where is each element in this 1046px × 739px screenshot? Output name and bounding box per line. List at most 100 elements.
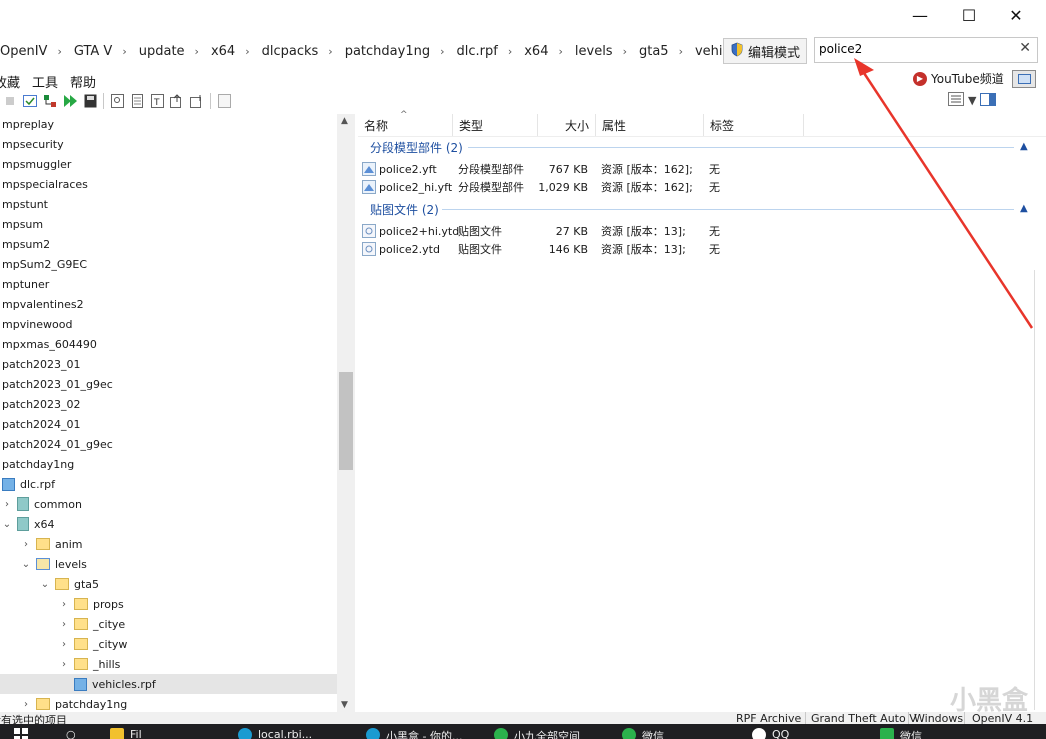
tree-item[interactable]: mpspecialraces bbox=[0, 174, 337, 194]
column-tags[interactable]: 标签 bbox=[704, 114, 804, 136]
taskbar-item[interactable]: local.rbi... bbox=[258, 728, 312, 739]
breadcrumb-chevron-icon[interactable]: › bbox=[241, 45, 253, 58]
column-attributes[interactable]: 属性 bbox=[596, 114, 704, 136]
tree-item[interactable]: patch2024_01 bbox=[0, 414, 337, 434]
favorite-icon[interactable] bbox=[2, 93, 18, 109]
details-view-icon[interactable] bbox=[948, 92, 964, 109]
menu-tools[interactable]: 工具 bbox=[26, 72, 64, 91]
group-header[interactable]: 分段模型部件 (2) bbox=[370, 139, 463, 155]
list-item[interactable]: police2.ytd 贴图文件 146 KB 资源 [版本：13]; 无 bbox=[362, 240, 1046, 258]
tree-item[interactable]: patch2023_01_g9ec bbox=[0, 374, 337, 394]
tree-item[interactable]: patch2023_01 bbox=[0, 354, 337, 374]
search-box[interactable]: ✕ bbox=[814, 37, 1038, 63]
list-item[interactable]: police2.yft 分段模型部件 767 KB 资源 [版本：162]; 无 bbox=[362, 160, 1046, 178]
collapse-group-icon[interactable]: ▲ bbox=[1020, 141, 1028, 152]
chevron-down-icon[interactable]: ⌄ bbox=[39, 579, 51, 590]
document-icon[interactable] bbox=[129, 93, 145, 109]
taskbar-item[interactable]: QQ bbox=[772, 728, 789, 739]
breadcrumb-item[interactable]: vehicles.rpf bbox=[687, 44, 722, 59]
start-icon[interactable] bbox=[14, 728, 28, 739]
scroll-up-icon[interactable]: ▲ bbox=[341, 116, 348, 126]
tree-item[interactable]: mpvalentines2 bbox=[0, 294, 337, 314]
play-icon[interactable] bbox=[62, 93, 78, 109]
tree-item[interactable]: mpstunt bbox=[0, 194, 337, 214]
breadcrumb-chevron-icon[interactable]: › bbox=[504, 45, 516, 58]
tree-item[interactable]: › patchday1ng bbox=[0, 694, 337, 712]
breadcrumb-chevron-icon[interactable]: › bbox=[191, 45, 203, 58]
chevron-down-icon[interactable]: ⌄ bbox=[1, 519, 13, 530]
tree-item[interactable]: patchday1ng bbox=[0, 454, 337, 474]
search-input[interactable] bbox=[815, 38, 1009, 60]
scroll-thumb[interactable] bbox=[339, 372, 353, 470]
chevron-right-icon[interactable]: › bbox=[20, 699, 32, 710]
breadcrumb-chevron-icon[interactable]: › bbox=[118, 45, 130, 58]
refresh-icon[interactable] bbox=[216, 93, 232, 109]
list-item[interactable]: police2_hi.yft 分段模型部件 1,029 KB 资源 [版本：16… bbox=[362, 178, 1046, 196]
tree-item[interactable]: patch2023_02 bbox=[0, 394, 337, 414]
tree-item[interactable]: › _cityw bbox=[0, 634, 337, 654]
taskbar-item[interactable]: Fil bbox=[130, 728, 142, 739]
breadcrumb-item[interactable]: OpenIV bbox=[0, 44, 53, 59]
chevron-right-icon[interactable]: › bbox=[1, 499, 13, 510]
preview-pane-icon[interactable] bbox=[980, 92, 997, 109]
edit-mode-button[interactable]: 编辑模式 bbox=[723, 38, 807, 64]
tree-item[interactable]: mpsecurity bbox=[0, 134, 337, 154]
tree-item[interactable]: ⌄ levels bbox=[0, 554, 337, 574]
tree-item[interactable]: mpsum2 bbox=[0, 234, 337, 254]
column-size[interactable]: 大小 bbox=[538, 114, 596, 136]
save-icon[interactable] bbox=[82, 93, 98, 109]
breadcrumb-item[interactable]: dlc.rpf bbox=[449, 44, 504, 59]
breadcrumb-chevron-icon[interactable]: › bbox=[324, 45, 336, 58]
tree-item[interactable]: patch2024_01_g9ec bbox=[0, 434, 337, 454]
chevron-right-icon[interactable]: › bbox=[58, 599, 70, 610]
list-item[interactable]: police2+hi.ytd 贴图文件 27 KB 资源 [版本：13]; 无 bbox=[362, 222, 1046, 240]
youtube-link[interactable]: ▶ YouTube频道 bbox=[913, 70, 1004, 87]
chevron-down-icon[interactable]: ⌄ bbox=[20, 559, 32, 570]
breadcrumb-chevron-icon[interactable]: › bbox=[53, 45, 65, 58]
tree-item[interactable]: › _hills bbox=[0, 654, 337, 674]
column-type[interactable]: 类型 bbox=[453, 114, 538, 136]
tree-item[interactable]: mptuner bbox=[0, 274, 337, 294]
maximize-button[interactable]: ☐ bbox=[946, 0, 992, 30]
tree-item[interactable]: mpsum bbox=[0, 214, 337, 234]
tree-scrollbar[interactable]: ▲ ▼ bbox=[337, 114, 355, 712]
chevron-right-icon[interactable]: › bbox=[58, 619, 70, 630]
tree-item[interactable]: dlc.rpf bbox=[0, 474, 337, 494]
clear-search-icon[interactable]: ✕ bbox=[1019, 40, 1031, 56]
close-button[interactable]: ✕ bbox=[993, 0, 1039, 30]
search-icon[interactable]: ○ bbox=[66, 728, 76, 739]
tree-item[interactable]: › props bbox=[0, 594, 337, 614]
taskbar-item[interactable]: 小九全部空间 bbox=[514, 728, 580, 739]
breadcrumb-chevron-icon[interactable]: › bbox=[675, 45, 687, 58]
tree-item[interactable]: › common bbox=[0, 494, 337, 514]
breadcrumb-item[interactable]: GTA V bbox=[66, 44, 118, 59]
column-name[interactable]: 名称 ^ bbox=[358, 110, 453, 136]
breadcrumb-chevron-icon[interactable]: › bbox=[554, 45, 566, 58]
tree-item[interactable]: ⌄ x64 bbox=[0, 514, 337, 534]
tree-item[interactable]: vehicles.rpf bbox=[0, 674, 337, 694]
tree-item[interactable]: mpsmuggler bbox=[0, 154, 337, 174]
breadcrumb-item[interactable]: x64 bbox=[203, 44, 241, 59]
menu-favorites[interactable]: 收藏 bbox=[0, 72, 26, 91]
breadcrumb-chevron-icon[interactable]: › bbox=[436, 45, 448, 58]
tree-item[interactable]: mpxmas_604490 bbox=[0, 334, 337, 354]
breadcrumb-item[interactable]: dlcpacks bbox=[254, 44, 325, 59]
tree-item[interactable]: mpSum2_G9EC bbox=[0, 254, 337, 274]
tree-item[interactable]: › anim bbox=[0, 534, 337, 554]
find-icon[interactable] bbox=[109, 93, 125, 109]
breadcrumb-item[interactable]: gta5 bbox=[631, 44, 675, 59]
text-icon[interactable]: T bbox=[149, 93, 165, 109]
group-header[interactable]: 贴图文件 (2) bbox=[370, 201, 439, 217]
scroll-down-icon[interactable]: ▼ bbox=[341, 700, 348, 710]
check-icon[interactable] bbox=[22, 93, 38, 109]
minimize-button[interactable]: — bbox=[897, 0, 943, 30]
taskbar-item[interactable]: 微信 bbox=[900, 728, 922, 739]
menu-help[interactable]: 帮助 bbox=[64, 72, 102, 91]
tree-item[interactable]: mpreplay bbox=[0, 114, 337, 134]
tree-icon[interactable] bbox=[42, 93, 58, 109]
breadcrumb-item[interactable]: update bbox=[131, 44, 191, 59]
export-icon[interactable] bbox=[169, 93, 185, 109]
taskbar-item[interactable]: 微信 bbox=[642, 728, 664, 739]
chevron-right-icon[interactable]: › bbox=[20, 539, 32, 550]
chevron-down-icon[interactable]: ▼ bbox=[968, 94, 976, 107]
